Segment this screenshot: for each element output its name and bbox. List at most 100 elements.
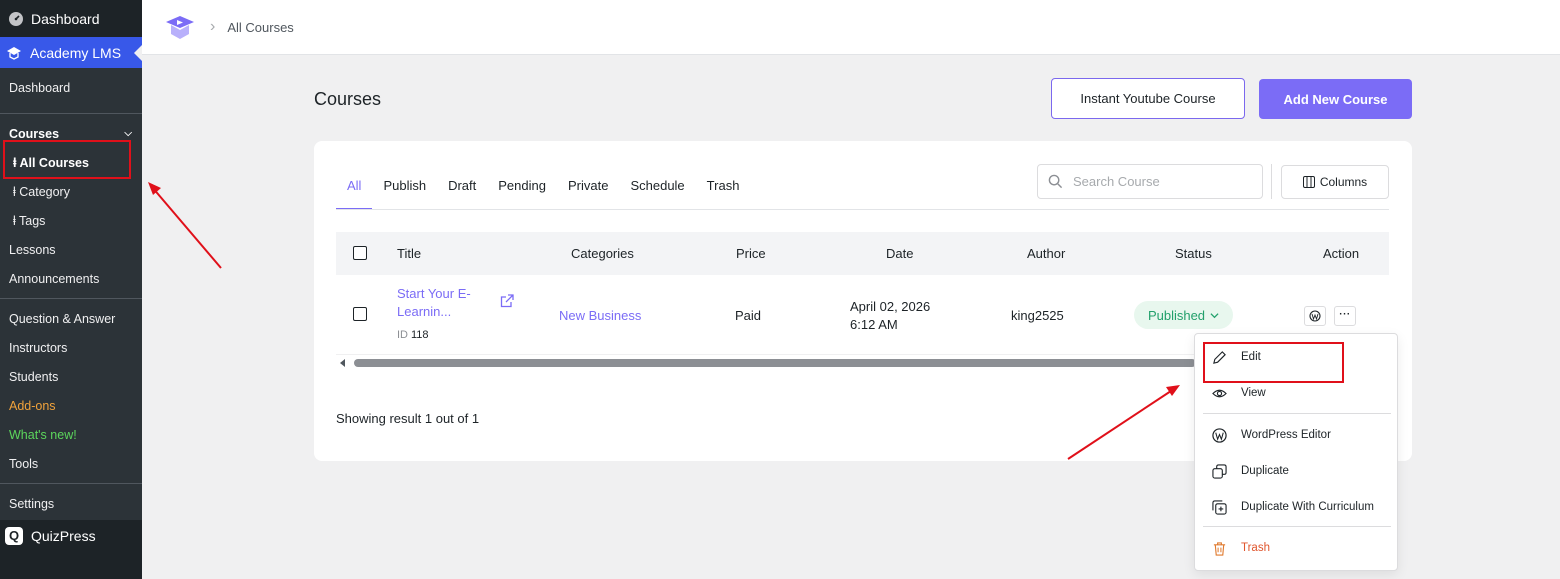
- row-checkbox[interactable]: [353, 307, 367, 321]
- column-header-categories: Categories: [571, 246, 634, 261]
- ellipsis-icon: ···: [1339, 308, 1351, 320]
- dashboard-gauge-icon: [9, 11, 23, 26]
- sidebar-item-whats-new[interactable]: What's new!: [0, 420, 142, 449]
- author-cell: king2525: [1011, 308, 1064, 323]
- sidebar-divider: [0, 483, 142, 484]
- sidebar-divider: [0, 113, 142, 114]
- column-header-title[interactable]: Title: [397, 246, 421, 261]
- more-actions-button[interactable]: ···: [1334, 306, 1356, 326]
- date-line: April 02, 2026: [850, 299, 931, 314]
- search-box: [1037, 164, 1263, 199]
- menu-item-label: Duplicate: [1241, 465, 1289, 477]
- sidebar-divider: [0, 298, 142, 299]
- sidebar-item-category[interactable]: ⱡ Category: [0, 177, 142, 206]
- horizontal-scrollbar[interactable]: [336, 357, 1196, 369]
- academy-submenu: Dashboard Courses ⌵ ⱡ All Courses ⱡ Cate…: [0, 68, 142, 520]
- top-header: › All Courses: [142, 0, 1560, 55]
- course-title-link[interactable]: Start Your E- Learnin...: [397, 285, 487, 321]
- tab-trash[interactable]: Trash: [696, 168, 751, 210]
- scroll-left-arrow-icon[interactable]: [340, 359, 345, 367]
- sidebar-item-label: Courses: [9, 126, 60, 141]
- column-header-date[interactable]: Date: [886, 246, 913, 261]
- add-new-course-button[interactable]: Add New Course: [1259, 79, 1412, 119]
- tab-all[interactable]: All: [336, 168, 373, 210]
- wordpress-editor-action-button[interactable]: [1304, 306, 1326, 326]
- status-tabs: All Publish Draft Pending Private Schedu…: [336, 168, 750, 210]
- academy-lms-menu[interactable]: Academy LMS: [0, 37, 142, 68]
- tab-draft[interactable]: Draft: [437, 168, 487, 210]
- sidebar-item-tools[interactable]: Tools: [0, 449, 142, 478]
- search-input[interactable]: [1073, 174, 1243, 189]
- wordpress-icon: [1212, 427, 1227, 443]
- columns-button[interactable]: Columns: [1281, 165, 1389, 199]
- column-header-author: Author: [1027, 246, 1066, 261]
- menu-item-duplicate[interactable]: Duplicate: [1195, 459, 1399, 483]
- column-header-action: Action: [1323, 246, 1360, 261]
- academy-logo-icon[interactable]: [164, 11, 196, 43]
- wordpress-icon: [1309, 310, 1321, 322]
- select-all-checkbox[interactable]: [353, 246, 367, 260]
- menu-item-view[interactable]: View: [1195, 381, 1399, 405]
- menu-item-trash[interactable]: Trash: [1195, 536, 1399, 560]
- menu-item-duplicate-with-curriculum[interactable]: Duplicate With Curriculum: [1195, 495, 1399, 519]
- table-header: Title Categories Price Date Author Statu…: [336, 232, 1389, 275]
- chevron-down-icon: [1210, 312, 1219, 318]
- scrollbar-thumb[interactable]: [354, 359, 1196, 367]
- sidebar-item-addons[interactable]: Add-ons: [0, 391, 142, 420]
- quizpress-label: QuizPress: [31, 527, 96, 544]
- annotation-arrow-sidebar: [148, 182, 222, 269]
- tab-private[interactable]: Private: [557, 168, 619, 210]
- sidebar-item-label: ⱡ Tags: [13, 213, 46, 228]
- quizpress-menu[interactable]: Q QuizPress: [0, 520, 142, 551]
- columns-label: Columns: [1319, 175, 1368, 189]
- sidebar-item-students[interactable]: Students: [0, 362, 142, 391]
- tab-pending[interactable]: Pending: [487, 168, 557, 210]
- course-title-line: Start Your E-: [397, 286, 471, 301]
- sidebar-item-lessons[interactable]: Lessons: [0, 235, 142, 264]
- sidebar-item-instructors[interactable]: Instructors: [0, 333, 142, 362]
- instant-youtube-course-button[interactable]: Instant Youtube Course: [1051, 78, 1245, 119]
- tab-schedule[interactable]: Schedule: [619, 168, 695, 210]
- sidebar-item-dashboard[interactable]: Dashboard: [0, 68, 142, 108]
- sidebar-item-qa[interactable]: Question & Answer: [0, 304, 142, 333]
- price-cell: Paid: [735, 308, 762, 323]
- sidebar-item-label: Dashboard: [9, 81, 71, 95]
- tab-publish[interactable]: Publish: [372, 168, 437, 210]
- trash-icon: [1213, 541, 1226, 556]
- pagination-summary: Showing result 1 out of 1: [336, 411, 480, 426]
- menu-item-wordpress-editor[interactable]: WordPress Editor: [1195, 423, 1399, 447]
- page-title: Courses: [314, 89, 382, 109]
- wp-dashboard-menu[interactable]: Dashboard: [0, 0, 142, 37]
- sidebar-item-label: Instructors: [9, 340, 68, 355]
- quizpress-logo-icon: Q: [5, 526, 23, 545]
- breadcrumb: All Courses: [227, 19, 294, 35]
- search-icon: [1048, 174, 1063, 189]
- admin-sidebar: Dashboard Academy LMS Dashboard Courses …: [0, 0, 142, 579]
- menu-item-label: WordPress Editor: [1241, 429, 1331, 441]
- column-header-price: Price: [736, 246, 766, 261]
- menu-item-label: View: [1241, 387, 1266, 399]
- sidebar-item-announcements[interactable]: Announcements: [0, 264, 142, 293]
- chevron-down-icon: ⌵: [124, 128, 132, 139]
- sidebar-item-label: Announcements: [9, 271, 100, 286]
- category-link[interactable]: New Business: [559, 308, 641, 323]
- sidebar-item-label: Add-ons: [9, 398, 56, 413]
- sidebar-item-label: Students: [9, 369, 59, 384]
- menu-item-label: Duplicate With Curriculum: [1241, 501, 1374, 513]
- menu-divider: [1203, 526, 1391, 527]
- course-id: ID 118: [397, 329, 429, 341]
- toolbar-divider: [1271, 164, 1272, 199]
- columns-icon: [1302, 176, 1315, 188]
- status-badge: Published: [1147, 307, 1206, 323]
- sidebar-item-tags[interactable]: ⱡ Tags: [0, 206, 142, 235]
- course-title-line: Learnin...: [397, 304, 452, 319]
- sidebar-item-label: Question & Answer: [9, 311, 116, 326]
- sidebar-item-label: Tools: [9, 456, 39, 471]
- highlight-box-all-courses: [3, 140, 131, 179]
- sidebar-item-label: What's new!: [9, 427, 77, 442]
- status-dropdown[interactable]: Published: [1134, 301, 1233, 329]
- sidebar-item-settings[interactable]: Settings: [0, 489, 142, 518]
- external-link-icon[interactable]: [500, 294, 514, 308]
- duplicate-plus-icon: [1212, 499, 1227, 515]
- breadcrumb-chevron-icon: ›: [210, 18, 216, 35]
